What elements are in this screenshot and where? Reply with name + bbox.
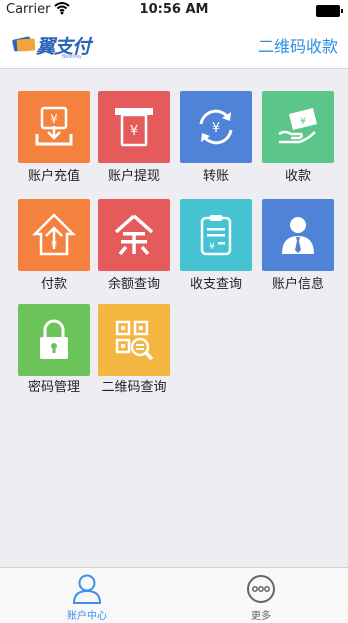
battery-icon bbox=[316, 5, 343, 17]
tab-account-center[interactable]: 账户中心 bbox=[0, 568, 174, 623]
transfer-tile[interactable]: ¥ bbox=[180, 91, 252, 163]
menu-label-password: 密码管理 bbox=[27, 380, 80, 395]
more-icon bbox=[247, 575, 275, 603]
tab-label-account-center: 账户中心 bbox=[67, 611, 107, 622]
password-management-tile[interactable] bbox=[18, 304, 90, 376]
svg-text:¥: ¥ bbox=[130, 124, 138, 139]
account-topup-tile[interactable]: ¥ bbox=[18, 91, 90, 163]
menu-label-account-info: 账户信息 bbox=[271, 277, 324, 292]
account-info-tile[interactable] bbox=[262, 199, 334, 271]
qrcode-receive-button[interactable]: 二维码收款 bbox=[258, 33, 338, 57]
tab-bar: 账户中心 更多 bbox=[0, 567, 348, 623]
account-withdraw-icon: ¥ bbox=[115, 108, 153, 147]
tab-more[interactable]: 更多 bbox=[174, 568, 348, 623]
balance-query-tile[interactable] bbox=[98, 199, 170, 271]
svg-text:¥: ¥ bbox=[51, 240, 57, 251]
balance-query-icon bbox=[114, 214, 154, 256]
payment-tile[interactable]: ¥ bbox=[18, 199, 90, 271]
logo-card-icon bbox=[12, 36, 36, 52]
password-lock-icon bbox=[40, 319, 68, 359]
transfer-icon: ¥ bbox=[199, 109, 233, 145]
receive-payment-tile[interactable]: ¥ bbox=[262, 91, 334, 163]
qrcode-query-tile[interactable] bbox=[98, 304, 170, 376]
bestpay-logo: 翼支付 BestPay bbox=[10, 28, 91, 60]
menu-label-income-expense: 收支查询 bbox=[189, 277, 242, 292]
menu-label-payment: 付款 bbox=[40, 277, 67, 292]
menu-label-withdraw: 账户提现 bbox=[107, 169, 160, 184]
logo-subtext: BestPay bbox=[62, 54, 82, 60]
income-expense-query-icon: ¥ bbox=[200, 215, 232, 256]
menu-label-receive: 收款 bbox=[284, 169, 311, 184]
svg-text:¥: ¥ bbox=[50, 112, 58, 126]
income-expense-query-tile[interactable]: ¥ bbox=[180, 199, 252, 271]
svg-text:¥: ¥ bbox=[212, 121, 220, 136]
navigation-bar: 翼支付 BestPay 二维码收款 bbox=[0, 20, 348, 69]
account-topup-icon: ¥ bbox=[35, 106, 73, 146]
menu-label-qrcode-query: 二维码查询 bbox=[101, 380, 167, 395]
status-bar: Carrier 10:56 AM bbox=[0, 0, 348, 20]
svg-text:¥: ¥ bbox=[209, 242, 215, 252]
qrcode-query-icon bbox=[115, 320, 154, 361]
receive-payment-icon: ¥ bbox=[278, 108, 317, 144]
menu-label-topup: 账户充值 bbox=[27, 169, 80, 184]
account-info-icon bbox=[282, 217, 314, 254]
user-icon bbox=[72, 574, 102, 604]
menu-label-balance: 余额查询 bbox=[107, 277, 160, 292]
payment-icon: ¥ bbox=[31, 213, 77, 256]
svg-text:¥: ¥ bbox=[300, 117, 306, 127]
tab-label-more: 更多 bbox=[251, 611, 271, 622]
menu-label-transfer: 转账 bbox=[202, 169, 229, 184]
clock: 10:56 AM bbox=[139, 2, 209, 17]
account-withdraw-tile[interactable]: ¥ bbox=[98, 91, 170, 163]
